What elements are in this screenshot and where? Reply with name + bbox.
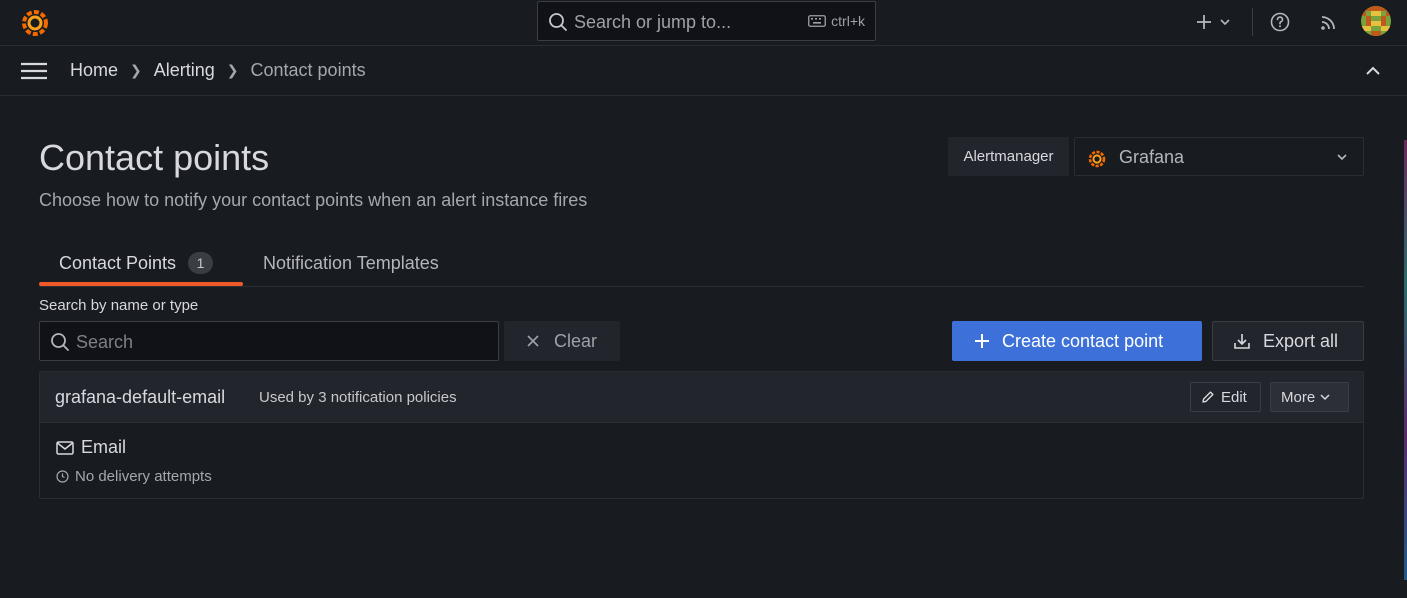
contact-point-header: grafana-default-email Used by 3 notifica… [40,372,1363,423]
menu-icon[interactable] [20,61,48,81]
news-button[interactable] [1317,10,1341,34]
active-tab-indicator [39,282,243,286]
new-menu-button[interactable] [1192,10,1236,34]
count-badge: 1 [188,252,214,274]
pencil-icon [1202,391,1214,403]
more-label: More [1281,388,1316,406]
breadcrumb-bar: Home ❯ Alerting ❯ Contact points [0,46,1407,96]
search-placeholder: Search or jump to... [574,12,732,32]
delivery-text: No delivery attempts [75,468,212,485]
more-button[interactable]: More [1270,382,1349,412]
topbar-divider [1252,8,1253,36]
tab-contact-points[interactable]: Contact Points 1 [39,240,243,286]
export-label: Export all [1263,330,1339,351]
breadcrumb-alerting[interactable]: Alerting [154,60,215,81]
edit-button[interactable]: Edit [1190,382,1261,412]
contact-point-name: grafana-default-email [55,387,226,407]
keyboard-icon [808,15,827,27]
chevron-right-icon: ❯ [226,62,239,78]
chevron-down-icon [1220,19,1230,26]
avatar-image [1361,6,1391,36]
chevron-up-icon[interactable] [1363,61,1383,81]
search-icon [549,13,567,31]
chevron-down-icon [1320,394,1330,401]
help-button[interactable] [1268,10,1292,34]
page-subtitle: Choose how to notify your contact points… [39,190,588,210]
breadcrumb-home[interactable]: Home [70,60,118,81]
delivery-status: No delivery attempts [56,468,212,485]
policy-usage-text[interactable]: Used by 3 notification policies [259,389,457,406]
top-bar: Search or jump to... ctrl+k [0,0,1407,46]
edit-label: Edit [1221,388,1247,406]
envelope-icon [56,440,74,455]
help-icon [1270,12,1290,32]
close-icon [527,335,539,347]
clear-button[interactable]: Clear [504,321,620,361]
page-title: Contact points [39,137,270,178]
contact-point-search-input[interactable]: Search [39,321,499,361]
create-contact-point-button[interactable]: Create contact point [952,321,1202,361]
export-all-button[interactable]: Export all [1212,321,1364,361]
chevron-right-icon: ❯ [130,62,142,78]
grafana-logo-icon [1088,150,1106,168]
shortcut-text: ctrl+k [831,13,865,29]
tab-bar: Contact Points 1 Notification Templates [39,240,1364,287]
tab-notification-templates[interactable]: Notification Templates [263,240,439,286]
global-search-input[interactable]: Search or jump to... ctrl+k [537,1,876,41]
chevron-down-icon [1337,154,1347,161]
integration-row: Email [56,437,126,458]
alertmanager-label: Alertmanager [948,137,1069,176]
alertmanager-selected: Grafana [1119,147,1185,167]
alertmanager-select[interactable]: Grafana [1074,137,1364,176]
keyboard-shortcut: ctrl+k [808,13,865,29]
tab-label: Notification Templates [263,252,439,273]
search-placeholder: Search [76,332,134,352]
grafana-logo-icon[interactable] [19,6,51,38]
create-label: Create contact point [1002,330,1164,351]
clock-icon [56,470,69,483]
breadcrumb: Home ❯ Alerting ❯ Contact points [70,60,366,81]
breadcrumb-current: Contact points [250,60,366,80]
download-icon [1234,334,1250,349]
search-icon [51,333,69,351]
search-filter-label: Search by name or type [39,297,199,314]
user-avatar[interactable] [1361,6,1391,36]
integration-type: Email [81,437,127,457]
plus-icon [1197,15,1211,29]
rss-icon [1321,16,1335,30]
tab-label: Contact Points [59,252,177,273]
clear-label: Clear [554,330,598,351]
contact-point-card: grafana-default-email Used by 3 notifica… [39,371,1364,499]
plus-icon [975,334,989,348]
